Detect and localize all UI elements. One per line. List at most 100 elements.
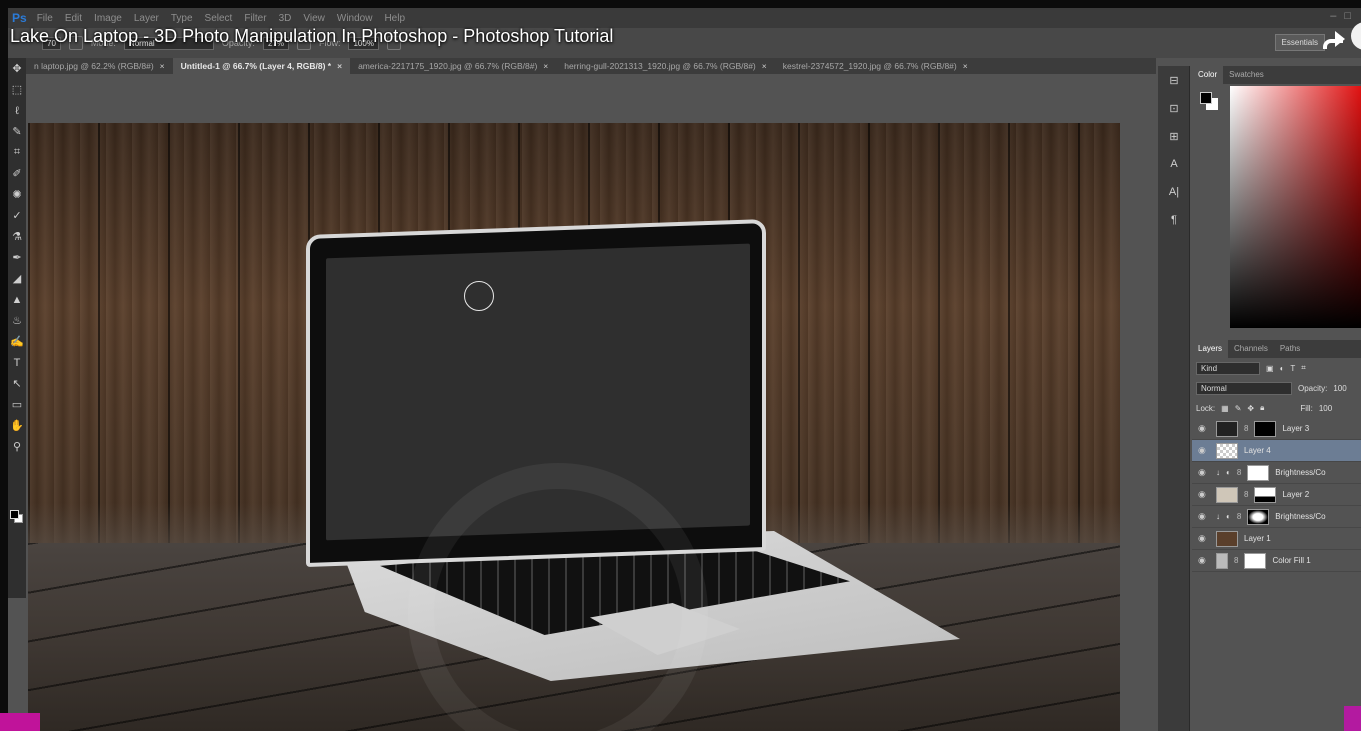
panel-icon-dock: ⊟ ⊡ ⊞ A A| ¶ bbox=[1158, 66, 1190, 731]
lock-row: Lock: ▦ ✎ ✥ 🔒︎ Fill: 100 bbox=[1192, 398, 1361, 418]
eraser-tool-icon[interactable]: ◢ bbox=[8, 268, 26, 289]
eye-icon[interactable]: ◉ bbox=[1198, 489, 1210, 500]
filter-shape-icon[interactable]: ⌗ bbox=[1301, 363, 1306, 373]
layer-row[interactable]: ◉ 8 Layer 2 bbox=[1192, 484, 1361, 506]
tab-herring-gull[interactable]: herring-gull-2021313_1920.jpg @ 66.7% (R… bbox=[556, 58, 774, 74]
opacity-field[interactable]: 100 bbox=[1333, 384, 1346, 393]
type-tool-icon[interactable]: T bbox=[8, 352, 26, 373]
quick-selection-tool-icon[interactable]: ✎ bbox=[8, 121, 26, 142]
link-icon[interactable]: 8 bbox=[1237, 512, 1241, 521]
tab-kestrel[interactable]: kestrel-2374572_1920.jpg @ 66.7% (RGB/8#… bbox=[775, 58, 976, 74]
link-icon[interactable]: 8 bbox=[1234, 556, 1238, 565]
tab-paths[interactable]: Paths bbox=[1274, 340, 1306, 358]
lock-position-icon[interactable]: ✥ bbox=[1247, 404, 1254, 413]
layer-thumbnail bbox=[1216, 420, 1238, 437]
blend-mode-select[interactable]: Normal bbox=[1196, 381, 1292, 395]
history-panel-icon[interactable]: ⊟ bbox=[1158, 66, 1190, 94]
gradient-tool-icon[interactable]: ▲ bbox=[8, 289, 26, 310]
eye-icon[interactable]: ◉ bbox=[1198, 555, 1210, 566]
lock-image-icon[interactable]: ✎ bbox=[1235, 404, 1242, 413]
path-selection-tool-icon[interactable]: ↖ bbox=[8, 373, 26, 394]
close-icon[interactable]: × bbox=[337, 58, 342, 74]
menu-select[interactable]: Select bbox=[205, 13, 233, 24]
workspace-switcher[interactable]: Essentials bbox=[1274, 34, 1325, 51]
eye-icon[interactable]: ◉ bbox=[1198, 533, 1210, 544]
eye-icon[interactable]: ◉ bbox=[1198, 467, 1210, 478]
foreground-color-swatch[interactable] bbox=[1200, 92, 1212, 104]
foreground-color-swatch[interactable] bbox=[10, 510, 19, 519]
paragraph-styles-icon[interactable]: ⊞ bbox=[1158, 122, 1190, 150]
menu-help[interactable]: Help bbox=[384, 13, 405, 24]
lock-all-icon[interactable]: 🔒︎ bbox=[1260, 403, 1264, 413]
menu-layer[interactable]: Layer bbox=[134, 13, 159, 24]
menu-view[interactable]: View bbox=[303, 13, 325, 24]
filter-adjustment-icon[interactable]: ◐ bbox=[1280, 364, 1285, 373]
blur-tool-icon[interactable]: ♨ bbox=[8, 310, 26, 331]
paragraph-panel-icon[interactable]: ¶ bbox=[1158, 206, 1190, 234]
menu-type[interactable]: Type bbox=[171, 13, 193, 24]
layer-mask-thumbnail[interactable] bbox=[1247, 508, 1270, 525]
close-icon[interactable]: × bbox=[543, 58, 548, 74]
share-icon[interactable] bbox=[1319, 25, 1349, 49]
shape-tool-icon[interactable]: ▭ bbox=[8, 394, 26, 415]
healing-brush-tool-icon[interactable]: ✺ bbox=[8, 184, 26, 205]
link-icon[interactable]: 8 bbox=[1244, 424, 1248, 433]
kind-filter-select[interactable]: Kind bbox=[1196, 361, 1260, 375]
layer-mask-thumbnail[interactable] bbox=[1254, 486, 1277, 503]
link-icon[interactable]: 8 bbox=[1237, 468, 1241, 477]
layer-row[interactable]: ◉ Layer 4 bbox=[1192, 440, 1361, 462]
crop-tool-icon[interactable]: ⌗ bbox=[8, 142, 26, 163]
document-canvas[interactable] bbox=[28, 123, 1120, 731]
filter-pixel-icon[interactable]: ▣ bbox=[1266, 364, 1274, 373]
menu-image[interactable]: Image bbox=[94, 13, 122, 24]
tab-channels[interactable]: Channels bbox=[1228, 340, 1274, 358]
lock-transparency-icon[interactable]: ▦ bbox=[1221, 404, 1229, 413]
close-icon[interactable]: × bbox=[762, 58, 767, 74]
lasso-tool-icon[interactable]: ℓ bbox=[8, 100, 26, 121]
eye-icon[interactable]: ◉ bbox=[1198, 511, 1210, 522]
maximize-button[interactable]: □ bbox=[1344, 10, 1351, 22]
layer-row[interactable]: ◉ ↓ ◐ 8 Brightness/Co bbox=[1192, 462, 1361, 484]
brush-tool-icon[interactable]: ✓ bbox=[8, 205, 26, 226]
layer-row[interactable]: ◉ 8 Color Fill 1 bbox=[1192, 550, 1361, 572]
document-tabs: n laptop.jpg @ 62.2% (RGB/8#) × Untitled-… bbox=[26, 58, 1156, 74]
menu-edit[interactable]: Edit bbox=[65, 13, 82, 24]
tab-layers[interactable]: Layers bbox=[1192, 340, 1229, 358]
layer-row[interactable]: ◉ Layer 1 bbox=[1192, 528, 1361, 550]
move-tool-icon[interactable]: ✥ bbox=[8, 58, 26, 79]
tab-laptop[interactable]: n laptop.jpg @ 62.2% (RGB/8#) × bbox=[26, 58, 173, 74]
tab-swatches[interactable]: Swatches bbox=[1223, 66, 1270, 84]
character-panel-icon[interactable]: A| bbox=[1158, 178, 1190, 206]
minimize-button[interactable]: – bbox=[1330, 10, 1336, 22]
pen-tool-icon[interactable]: ✍ bbox=[8, 331, 26, 352]
menu-filter[interactable]: Filter bbox=[244, 13, 266, 24]
link-icon[interactable]: 8 bbox=[1244, 490, 1248, 499]
tab-untitled-1[interactable]: Untitled-1 @ 66.7% (Layer 4, RGB/8) * × bbox=[172, 58, 351, 74]
layer-row[interactable]: ◉ ↓ ◐ 8 Brightness/Co bbox=[1192, 506, 1361, 528]
filter-type-icon[interactable]: T bbox=[1290, 364, 1295, 373]
eye-icon[interactable]: ◉ bbox=[1198, 423, 1210, 434]
eye-icon[interactable]: ◉ bbox=[1198, 445, 1210, 456]
menu-window[interactable]: Window bbox=[337, 13, 373, 24]
character-styles-icon[interactable]: A bbox=[1158, 150, 1190, 178]
layer-mask-thumbnail[interactable] bbox=[1254, 420, 1277, 437]
tab-america[interactable]: america-2217175_1920.jpg @ 66.7% (RGB/8#… bbox=[350, 58, 556, 74]
history-brush-tool-icon[interactable]: ✒ bbox=[8, 247, 26, 268]
layer-mask-thumbnail[interactable] bbox=[1247, 464, 1270, 481]
layer-row[interactable]: ◉ 8 Layer 3 bbox=[1192, 418, 1361, 440]
fill-field[interactable]: 100 bbox=[1319, 404, 1332, 413]
marquee-tool-icon[interactable]: ⬚ bbox=[8, 79, 26, 100]
close-icon[interactable]: × bbox=[963, 58, 968, 74]
properties-panel-icon[interactable]: ⊡ bbox=[1158, 94, 1190, 122]
adjustment-icon: ◐ bbox=[1226, 512, 1231, 521]
color-picker-field[interactable] bbox=[1230, 86, 1361, 328]
menu-file[interactable]: File bbox=[37, 13, 53, 24]
clone-stamp-tool-icon[interactable]: ⚗ bbox=[8, 226, 26, 247]
menu-3d[interactable]: 3D bbox=[279, 13, 292, 24]
tab-color[interactable]: Color bbox=[1192, 66, 1224, 84]
close-icon[interactable]: × bbox=[160, 58, 165, 74]
eyedropper-tool-icon[interactable]: ✐ bbox=[8, 163, 26, 184]
hand-tool-icon[interactable]: ✋ bbox=[8, 415, 26, 436]
zoom-tool-icon[interactable]: ⚲ bbox=[8, 436, 26, 457]
layer-mask-thumbnail[interactable] bbox=[1244, 552, 1267, 569]
